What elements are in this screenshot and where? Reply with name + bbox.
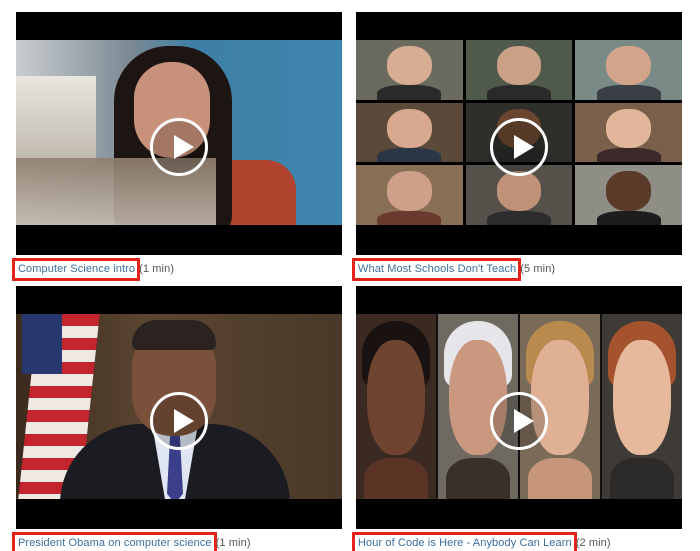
video-caption: President Obama on computer science (1 mi… [12, 532, 251, 551]
play-icon[interactable] [490, 118, 548, 176]
video-player[interactable] [16, 286, 342, 529]
play-icon[interactable] [490, 392, 548, 450]
video-caption: Hour of Code is Here - Anybody Can Learn… [352, 532, 611, 551]
video-title-link[interactable]: Computer Science intro [12, 258, 141, 281]
video-card-what-schools-dont-teach: What Most Schools Don't Teach (5 min) [352, 12, 682, 281]
video-caption: What Most Schools Don't Teach (5 min) [352, 258, 555, 282]
video-duration: (1 min) [139, 263, 175, 275]
video-card-cs-intro: Computer Science intro (1 min) [12, 12, 342, 281]
play-icon[interactable] [150, 118, 208, 176]
video-card-hour-of-code: Hour of Code is Here - Anybody Can Learn… [352, 286, 682, 551]
video-title-link[interactable]: President Obama on computer science [12, 532, 217, 551]
video-player[interactable] [356, 12, 682, 255]
video-duration: (1 min) [215, 537, 251, 549]
video-caption: Computer Science intro (1 min) [12, 258, 174, 282]
video-duration: (2 min) [575, 537, 611, 549]
video-title-link[interactable]: What Most Schools Don't Teach [352, 258, 522, 281]
video-duration: (5 min) [520, 263, 556, 275]
video-player[interactable] [16, 12, 342, 255]
video-title-link[interactable]: Hour of Code is Here - Anybody Can Learn [352, 532, 577, 551]
video-player[interactable] [356, 286, 682, 529]
video-card-president-obama: President Obama on computer science (1 mi… [12, 286, 342, 551]
play-icon[interactable] [150, 392, 208, 450]
